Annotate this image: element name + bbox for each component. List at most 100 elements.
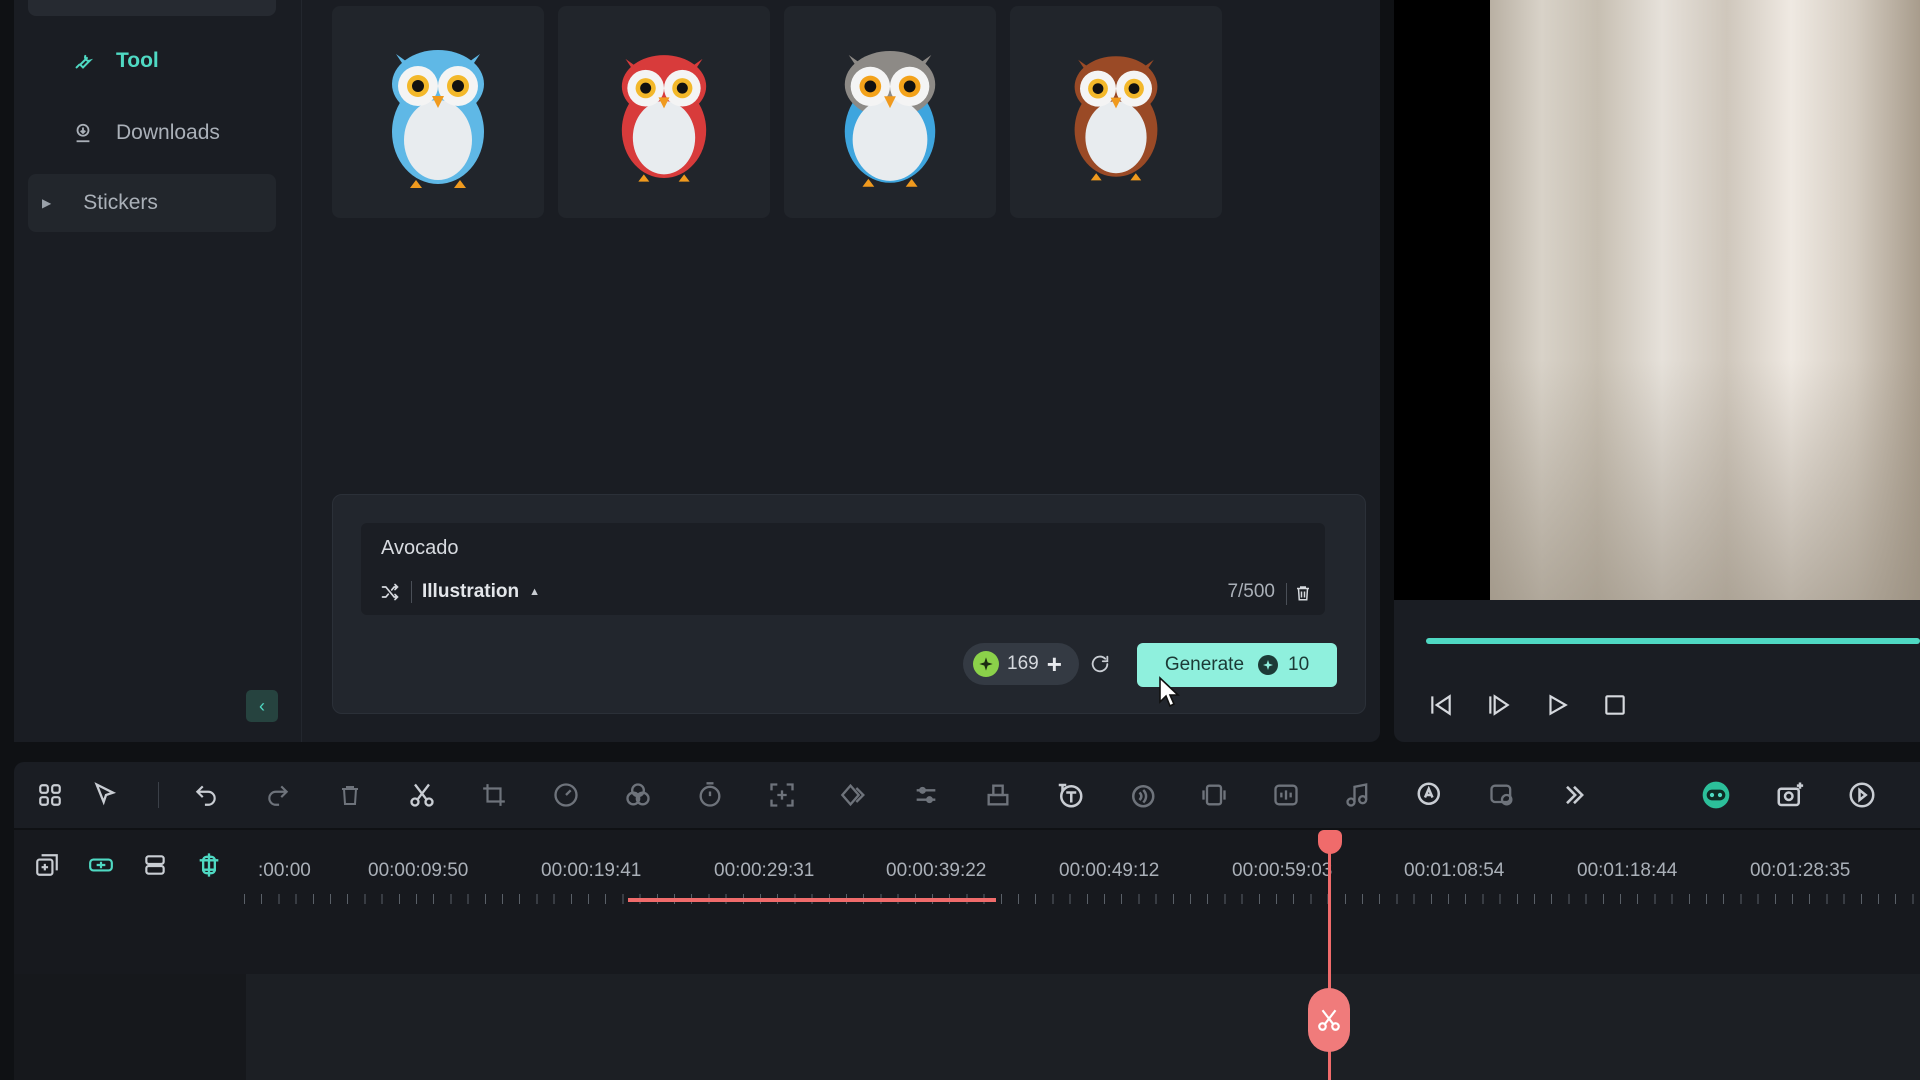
layout-button[interactable]: [34, 779, 66, 811]
video-frame: [1490, 0, 1920, 600]
scissors-icon: [1318, 1009, 1340, 1031]
timecode-label: 00:01:18:44: [1577, 860, 1678, 881]
music-button[interactable]: [1342, 779, 1374, 811]
time-ruler[interactable]: :00:00 00:00:09:50 00:00:19:41 00:00:29:…: [244, 830, 1920, 910]
redo-icon: [268, 785, 289, 806]
redo-button[interactable]: [262, 779, 294, 811]
shuffle-icon[interactable]: [377, 579, 403, 605]
audio-to-text-button[interactable]: [1126, 779, 1158, 811]
owl-icon: [392, 50, 484, 188]
trash-icon: [342, 786, 358, 805]
ai-copilot-button[interactable]: [1700, 779, 1732, 811]
prompt-input-area[interactable]: Avocado Illustration ▲ 7/500: [361, 523, 1325, 615]
style-selector[interactable]: Illustration ▲: [377, 579, 540, 605]
trash-icon: [1297, 586, 1309, 601]
owl-icon: [844, 51, 936, 187]
sidebar-item-tool[interactable]: Tool: [28, 32, 276, 90]
sticker-tile[interactable]: [784, 6, 996, 218]
owl-icon: [621, 55, 707, 182]
step-back-icon: [1431, 694, 1451, 716]
timecode-label: 00:00:39:22: [886, 860, 987, 881]
snapshot-button[interactable]: [1774, 779, 1806, 811]
adjust-button[interactable]: [910, 779, 942, 811]
generate-cost: 10: [1288, 654, 1310, 675]
divider: [1286, 583, 1287, 605]
add-track-button[interactable]: [30, 848, 64, 882]
crop-icon: [483, 784, 505, 806]
frame-button[interactable]: [1198, 779, 1230, 811]
grid-icon: [39, 784, 61, 806]
timecode-label: 00:00:49:12: [1059, 860, 1160, 881]
edit-toolbar: [14, 762, 1920, 828]
snap-button[interactable]: [192, 848, 226, 882]
sidebar-item-downloads[interactable]: Downloads: [28, 104, 276, 162]
duration-button[interactable]: [694, 779, 726, 811]
camera-plus-icon: [1777, 782, 1804, 807]
track-header: [14, 974, 246, 1080]
stop-icon: [1605, 695, 1625, 715]
sticker-tile[interactable]: [332, 6, 544, 218]
mask-icon: [1490, 784, 1513, 806]
video-preview[interactable]: [1394, 0, 1920, 600]
timer-icon: [699, 782, 721, 807]
credit-coin-icon: [1258, 655, 1279, 675]
timecode-label: 00:00:29:31: [714, 860, 815, 881]
render-button[interactable]: [1846, 779, 1878, 811]
sticker-tile[interactable]: [1010, 6, 1222, 218]
play-button[interactable]: [1542, 690, 1572, 720]
preview-panel: [1394, 0, 1920, 742]
track-manager-button[interactable]: [138, 848, 172, 882]
previous-frame-button[interactable]: [1426, 690, 1456, 720]
undo-button[interactable]: [190, 779, 222, 811]
credits-balance[interactable]: 169 +: [963, 643, 1079, 685]
split-button[interactable]: [406, 779, 438, 811]
divider: [411, 581, 412, 603]
pointer-icon: [94, 782, 117, 806]
speed-icon: [554, 783, 578, 807]
credits-value: 169: [1007, 653, 1039, 674]
delete-button[interactable]: [334, 779, 366, 811]
robot-icon: [1702, 781, 1730, 809]
track-lane[interactable]: [14, 974, 1920, 1080]
audio-button[interactable]: [1270, 779, 1302, 811]
ai-tool-button[interactable]: [1414, 779, 1446, 811]
collapse-sidebar-button[interactable]: ‹: [246, 690, 278, 722]
step-forward-icon: [1489, 694, 1510, 716]
stabilize-button[interactable]: [982, 779, 1014, 811]
playhead-split-handle[interactable]: [1308, 988, 1350, 1052]
sticker-tile[interactable]: [558, 6, 770, 218]
sidebar-item-stickers[interactable]: ▶ Stickers: [28, 174, 276, 232]
mask-button[interactable]: [1486, 779, 1518, 811]
speed-button[interactable]: [550, 779, 582, 811]
playback-progress-bar[interactable]: [1426, 638, 1920, 644]
keyframe-button[interactable]: [838, 779, 870, 811]
add-track-icon: [36, 854, 58, 876]
refresh-button[interactable]: [1085, 649, 1115, 679]
add-credits-icon[interactable]: +: [1047, 649, 1062, 680]
link-button[interactable]: [84, 848, 118, 882]
stack-icon: [987, 784, 1009, 806]
more-tools-button[interactable]: [1558, 779, 1590, 811]
color-button[interactable]: [622, 779, 654, 811]
select-tool-button[interactable]: [90, 779, 122, 811]
clear-prompt-button[interactable]: [1291, 581, 1315, 605]
crop-button[interactable]: [478, 779, 510, 811]
ruler-ticks: [244, 894, 1920, 904]
mouse-cursor-icon: [1159, 676, 1181, 708]
zoom-frame-icon: [770, 783, 794, 807]
zoom-button[interactable]: [766, 779, 798, 811]
stop-button[interactable]: [1600, 690, 1630, 720]
keyframe-icon: [840, 783, 865, 807]
wrench-icon: [68, 46, 98, 76]
player-controls: [1426, 690, 1630, 720]
ai-icon: [1417, 782, 1440, 805]
next-frame-button[interactable]: [1484, 690, 1514, 720]
timecode-label: 00:00:59:03: [1232, 860, 1333, 881]
ai-text-button[interactable]: [1054, 779, 1086, 811]
prompt-input[interactable]: Avocado: [381, 537, 458, 560]
music-note-icon: [1346, 783, 1368, 807]
chevron-left-icon: ‹: [259, 695, 265, 716]
sidebar: Tool Downloads ▶ Stickers ‹: [14, 0, 302, 742]
caret-right-icon: ▶: [42, 196, 52, 210]
timecode-label: 00:00:19:41: [541, 860, 642, 881]
